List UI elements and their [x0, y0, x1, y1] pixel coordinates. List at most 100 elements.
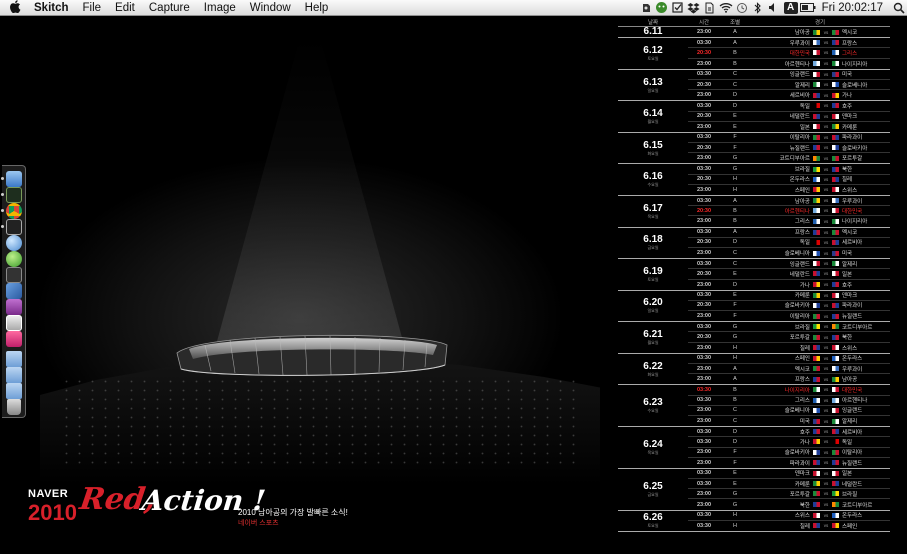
match-row[interactable]: 03:30 E 덴마크 vs 일본 [688, 469, 890, 480]
match-row[interactable]: 03:30 G 브라질 vs 북한 [688, 164, 890, 175]
match-row[interactable]: 03:30 H 스위스 vs 온두라스 [688, 511, 890, 521]
vs-label: vs [823, 271, 829, 277]
match-row[interactable]: 20:30 G 포르투갈 vs 북한 [688, 332, 890, 343]
menubar-clock[interactable]: Fri 20:02:17 [816, 2, 891, 14]
match-row[interactable]: 23:00 F 이탈리아 vs 뉴질랜드 [688, 311, 890, 321]
trash-icon[interactable] [7, 399, 21, 415]
match-row[interactable]: 20:30 B 아르헨티나 vs 대한민국 [688, 206, 890, 217]
match-row[interactable]: 20:30 E 네덜란드 vs 덴마크 [688, 112, 890, 122]
network-icon[interactable] [6, 235, 22, 251]
volume-icon[interactable] [766, 0, 782, 16]
wifi-icon[interactable] [718, 0, 734, 16]
match-row[interactable]: 03:30 B 그리스 vs 아르헨티나 [688, 396, 890, 406]
menu-capture[interactable]: Capture [142, 2, 197, 14]
match-row[interactable]: 03:30 H 스페인 vs 온두라스 [688, 354, 890, 364]
away-team: 세르비아 [842, 240, 863, 247]
match-row[interactable]: 20:30 D 독일 vs 세르비아 [688, 238, 890, 248]
menu-edit[interactable]: Edit [108, 2, 142, 14]
folder-icon[interactable] [6, 351, 22, 367]
match-row[interactable]: 23:00 G 코트디부아르 vs 포르투갈 [688, 153, 890, 163]
away-flag-icon [832, 481, 839, 487]
chrome-icon[interactable] [6, 203, 22, 219]
match-time: 20:30 [696, 302, 712, 309]
match-row[interactable]: 03:30 D 호주 vs 세르비아 [688, 427, 890, 438]
spotlight-icon[interactable] [891, 0, 907, 16]
match-row[interactable]: 23:00 A 멕시코 vs 우루과이 [688, 364, 890, 375]
match-row[interactable]: 23:00 F 슬로바키아 vs 이탈리아 [688, 448, 890, 458]
away-team: 북한 [842, 167, 853, 174]
match-row[interactable]: 20:30 F 뉴질랜드 vs 슬로바키아 [688, 143, 890, 154]
menu-image[interactable]: Image [197, 2, 243, 14]
chat-icon[interactable] [654, 0, 670, 16]
match-row[interactable]: 23:00 H 스페인 vs 스위스 [688, 185, 890, 195]
photo-icon[interactable] [6, 315, 22, 331]
match-row[interactable]: 23:00 D 가나 vs 호주 [688, 280, 890, 290]
terminal-icon[interactable] [6, 187, 22, 203]
match-row[interactable]: 03:30 A 남아공 vs 우루과이 [688, 196, 890, 207]
match-row[interactable]: 03:30 E 카메룬 vs 네덜란드 [688, 479, 890, 490]
away-team: 포르투갈 [842, 156, 863, 163]
match-row[interactable]: 23:00 C 슬로베니아 vs 미국 [688, 248, 890, 258]
match-row[interactable]: 03:30 F 이탈리아 vs 파라과이 [688, 133, 890, 144]
match-row[interactable]: 03:30 H 칠레 vs 스페인 [688, 521, 890, 531]
dropbox-icon[interactable] [686, 0, 702, 16]
match-row[interactable]: 20:30 B 대한민국 vs 그리스 [688, 48, 890, 59]
home-team: 세르비아 [789, 93, 810, 100]
away-flag-icon [832, 429, 839, 435]
match-row[interactable]: 03:30 A 우루과이 vs 프랑스 [688, 38, 890, 49]
match-row[interactable]: 03:30 C 잉글랜드 vs 알제리 [688, 259, 890, 270]
away-flag-icon [832, 261, 839, 267]
match-row[interactable]: 03:30 E 카메룬 vs 덴마크 [688, 291, 890, 301]
match-row[interactable]: 23:00 F 파라과이 vs 뉴질랜드 [688, 458, 890, 468]
match-row[interactable]: 23:00 A 남아공 vs 멕시코 [688, 27, 890, 37]
match-row[interactable]: 03:30 A 프랑스 vs 멕시코 [688, 228, 890, 238]
time-machine-icon[interactable] [734, 0, 750, 16]
home-team: 독일 [799, 103, 810, 110]
console-icon[interactable] [6, 219, 22, 235]
match-row[interactable]: 23:00 B 그리스 vs 나이지리아 [688, 216, 890, 226]
match-row[interactable]: 23:00 D 세르비아 vs 가나 [688, 90, 890, 100]
airmail-icon[interactable] [6, 331, 22, 347]
match-row[interactable]: 20:30 H 온두라스 vs 칠레 [688, 175, 890, 185]
activity-monitor-icon[interactable] [6, 267, 22, 283]
match-row[interactable]: 20:30 E 네덜란드 vs 일본 [688, 269, 890, 280]
input-source-icon[interactable]: A [783, 1, 798, 14]
finder-icon[interactable] [6, 171, 22, 187]
match-time: 03:30 [696, 134, 712, 141]
match-row[interactable]: 23:00 B 아르헨티나 vs 나이지리아 [688, 59, 890, 69]
match-row[interactable]: 23:00 H 칠레 vs 스위스 [688, 343, 890, 353]
menu-window[interactable]: Window [243, 2, 298, 14]
virtualbox-icon[interactable] [6, 283, 22, 299]
match-row[interactable]: 23:00 A 프랑스 vs 남아공 [688, 374, 890, 384]
battery-icon[interactable] [799, 0, 816, 16]
documents-folder-icon[interactable] [6, 367, 22, 383]
match-row[interactable]: 23:00 E 일본 vs 카메룬 [688, 122, 890, 132]
bluetooth-icon[interactable] [750, 0, 766, 16]
downloads-folder-icon[interactable] [6, 383, 22, 399]
match-row[interactable]: 03:30 D 가나 vs 독일 [688, 437, 890, 448]
match-row[interactable]: 23:00 G 북한 vs 코트디부아르 [688, 499, 890, 509]
match-row[interactable]: 03:30 C 잉글랜드 vs 미국 [688, 70, 890, 80]
match-row[interactable]: 23:00 C 슬로베니아 vs 잉글랜드 [688, 406, 890, 416]
vs-label: vs [823, 334, 829, 340]
app-menu[interactable]: Skitch [30, 2, 76, 14]
sync-icon[interactable] [702, 0, 718, 16]
evernote-icon[interactable] [638, 0, 654, 16]
adium-icon[interactable] [6, 251, 22, 267]
menu-file[interactable]: File [76, 2, 109, 14]
day-matches: 03:30 E 덴마크 vs 일본 03:30 E 카메룬 vs 네덜란드 23:00 G 포르투갈 vs… [688, 469, 890, 510]
match-row[interactable]: 03:30 D 독일 vs 호주 [688, 101, 890, 112]
match-row[interactable]: 20:30 F 슬로바키아 vs 파라과이 [688, 301, 890, 312]
match-row[interactable]: 23:00 C 미국 vs 알제리 [688, 416, 890, 426]
away-team: 이탈리아 [842, 450, 863, 457]
match-row[interactable]: 20:30 C 알제리 vs 슬로베니아 [688, 80, 890, 91]
match-row[interactable]: 03:30 B 나이지리아 vs 대한민국 [688, 385, 890, 396]
apple-menu-icon[interactable] [0, 0, 30, 16]
preview-icon[interactable] [6, 299, 22, 315]
menu-help[interactable]: Help [298, 2, 336, 14]
away-flag-icon [832, 50, 839, 56]
match-row[interactable]: 23:00 G 포르투갈 vs 브라질 [688, 489, 890, 500]
checkbox-icon[interactable] [670, 0, 686, 16]
wallpaper-city-lights [60, 377, 580, 467]
match-row[interactable]: 03:30 G 브라질 vs 코트디부아르 [688, 322, 890, 333]
